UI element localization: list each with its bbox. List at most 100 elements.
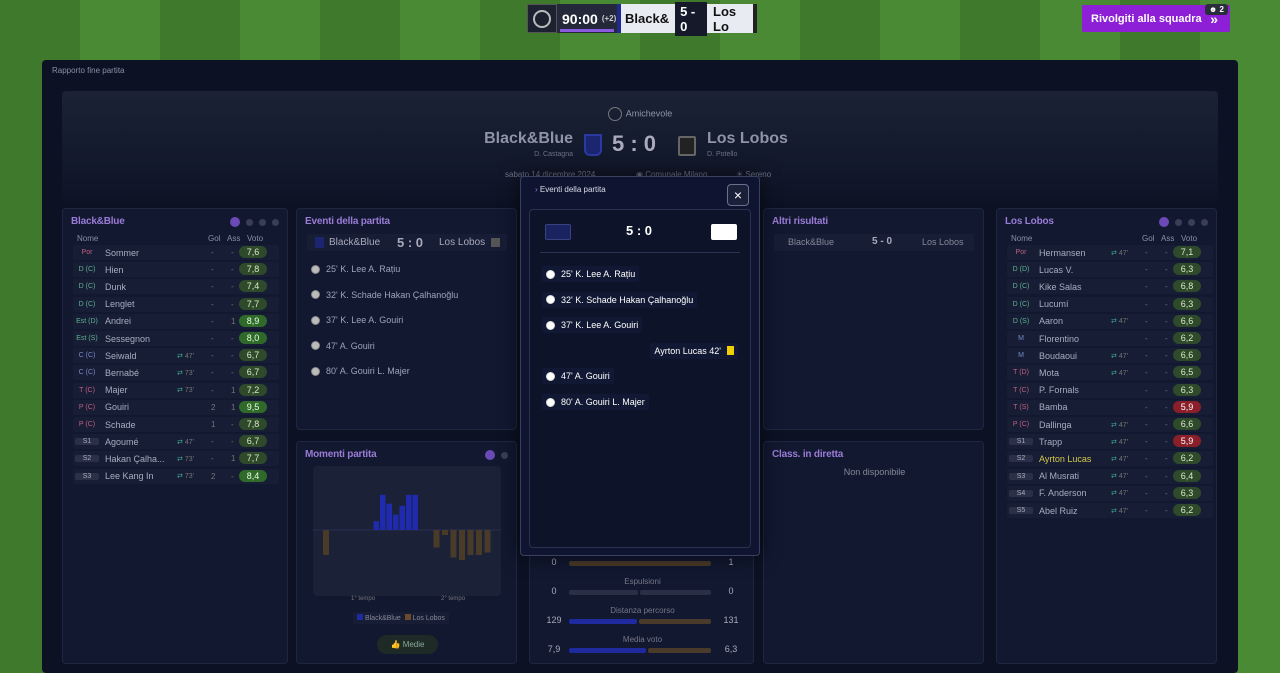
- player-row[interactable]: Por Hermansen ⇄ 47' - -7,1: [1007, 245, 1213, 260]
- ball-icon: [546, 295, 555, 305]
- away-team-name[interactable]: Los Lobos: [707, 130, 788, 148]
- player-row[interactable]: T (D) Mota ⇄ 47' - -6,5: [1007, 365, 1213, 381]
- player-name[interactable]: Boudaoui: [1039, 351, 1077, 361]
- player-row[interactable]: D (S) Aaron ⇄ 47' - -6,6: [1007, 313, 1213, 329]
- player-row[interactable]: S4 F. Anderson ⇄ 47' - -6,3: [1007, 485, 1213, 501]
- player-assists: -: [231, 368, 234, 378]
- player-row[interactable]: P (C) Gouiri 2 1 9,5: [73, 399, 279, 415]
- modal-score: 5 : 0: [626, 223, 653, 238]
- player-assists: -: [231, 351, 234, 361]
- player-name[interactable]: Dallinga: [1039, 420, 1072, 430]
- player-name[interactable]: Lenglet: [105, 299, 135, 309]
- sub-minute: 47': [1118, 455, 1128, 463]
- player-position: M: [1018, 335, 1024, 342]
- player-row[interactable]: S2 Hakan Çalha... ⇄ 73' - 1 7,7: [73, 451, 279, 467]
- player-name[interactable]: Schade: [105, 420, 136, 430]
- player-row[interactable]: D (C) Lenglet - -7,7: [73, 296, 279, 312]
- modal-event-text: Ayrton Lucas 42': [654, 345, 721, 356]
- player-name[interactable]: Gouiri: [105, 402, 129, 412]
- close-button[interactable]: ×: [727, 184, 749, 206]
- substitution-icon: ⇄: [1111, 318, 1117, 326]
- player-row[interactable]: S3 Lee Kang In ⇄ 73' 2 -8,4: [73, 468, 279, 484]
- momentum-dots[interactable]: [485, 450, 508, 460]
- scorebug-teams: Black& 5 - 0 Los Lo: [617, 1, 757, 36]
- player-rating: 8,4: [239, 469, 267, 482]
- player-name[interactable]: Florentino: [1039, 334, 1079, 344]
- player-goals: 2: [211, 402, 216, 412]
- player-name[interactable]: Lucumí: [1039, 299, 1069, 309]
- home-panel-title: Black&Blue: [71, 216, 125, 227]
- player-name[interactable]: Bamba: [1039, 402, 1068, 412]
- away-panel-dots[interactable]: [1159, 217, 1208, 227]
- player-row[interactable]: S1 Trapp ⇄ 47' - -5,9: [1007, 434, 1213, 450]
- player-name[interactable]: Majer: [105, 385, 128, 395]
- notification-badge: ☻ 2: [1204, 4, 1228, 15]
- player-row[interactable]: S2 Ayrton Lucas ⇄ 47' - -6,2: [1007, 451, 1213, 467]
- player-row[interactable]: C (C) Seiwald ⇄ 47' - -6,7: [73, 348, 279, 364]
- player-position: C (C): [78, 352, 96, 360]
- player-name[interactable]: Lucas V.: [1039, 265, 1073, 275]
- player-name[interactable]: Lee Kang In: [105, 471, 154, 481]
- player-name[interactable]: Hakan Çalha...: [105, 454, 165, 464]
- player-name[interactable]: Al Musrati: [1039, 471, 1079, 481]
- player-assists: -: [231, 420, 234, 429]
- player-row[interactable]: D (D) Lucas V. - -6,3: [1007, 262, 1213, 278]
- other-result-row[interactable]: Black&Blue 5 - 0 Los Lobos: [774, 234, 974, 251]
- home-team-name[interactable]: Black&Blue: [440, 130, 573, 148]
- player-name[interactable]: Hermansen: [1039, 248, 1086, 258]
- player-rating: 6,4: [1173, 469, 1201, 482]
- player-name[interactable]: Aaron: [1039, 316, 1063, 326]
- player-name[interactable]: Dunk: [105, 282, 126, 292]
- player-row[interactable]: T (C) Majer ⇄ 73' - 1 7,2: [73, 382, 279, 398]
- stat-home-value: 7,9: [547, 644, 561, 654]
- modal-event: 37' K. Lee A. Gouiri: [542, 317, 643, 334]
- player-name[interactable]: P. Fornals: [1039, 385, 1079, 395]
- player-row[interactable]: S1 Agoumé ⇄ 47' - -6,7: [73, 434, 279, 450]
- sub-time: ⇄ 47': [1111, 369, 1128, 377]
- back-to-team-button[interactable]: Rivolgiti alla squadra » ☻ 2: [1082, 4, 1230, 32]
- player-name[interactable]: Seiwald: [105, 351, 137, 361]
- averages-button[interactable]: 👍 Medie: [377, 635, 438, 654]
- player-row[interactable]: T (C) P. Fornals - -6,3: [1007, 382, 1213, 398]
- player-name[interactable]: Kike Salas: [1039, 282, 1082, 292]
- player-name[interactable]: Bernabé: [105, 368, 139, 378]
- player-row[interactable]: D (C) Dunk - -7,4: [73, 279, 279, 295]
- substitution-icon: ⇄: [1111, 473, 1117, 481]
- player-row[interactable]: P (C) Schade 1 -7,8: [73, 417, 279, 432]
- player-row[interactable]: P (C) Dallinga ⇄ 47' - -6,6: [1007, 417, 1213, 432]
- ball-icon: [311, 315, 320, 325]
- player-row[interactable]: Est (S) Sessegnon - -8,0: [73, 331, 279, 346]
- player-assists: -: [1165, 506, 1168, 515]
- sub-time: ⇄ 73': [177, 386, 194, 394]
- panel-page-dots[interactable]: [230, 217, 279, 227]
- player-row[interactable]: Por Sommer - -7,6: [73, 245, 279, 260]
- player-row[interactable]: D (C) Lucumí - -6,3: [1007, 296, 1213, 312]
- player-row[interactable]: S3 Al Musrati ⇄ 47' - -6,4: [1007, 468, 1213, 484]
- player-name[interactable]: Hien: [105, 265, 124, 275]
- player-row[interactable]: D (C) Kike Salas - -6,8: [1007, 279, 1213, 295]
- player-name[interactable]: Abel Ruiz: [1039, 506, 1078, 516]
- player-row[interactable]: M Boudaoui ⇄ 47' - -6,6: [1007, 348, 1213, 364]
- player-row[interactable]: S5 Abel Ruiz ⇄ 47' - -6,2: [1007, 503, 1213, 518]
- player-goals: -: [1145, 506, 1148, 515]
- momentum-home-bar: [406, 494, 412, 530]
- player-row[interactable]: C (C) Bernabé ⇄ 73' - -6,7: [73, 365, 279, 381]
- player-name[interactable]: Agoumé: [105, 437, 139, 447]
- momentum-away-bar: [433, 530, 440, 548]
- player-name[interactable]: Trapp: [1039, 437, 1062, 447]
- player-name[interactable]: Sommer: [105, 248, 139, 258]
- substitution-icon: ⇄: [177, 455, 183, 463]
- player-row[interactable]: T (S) Bamba - -5,9: [1007, 399, 1213, 415]
- player-name[interactable]: F. Anderson: [1039, 488, 1087, 498]
- player-row[interactable]: M Florentino - -6,2: [1007, 331, 1213, 346]
- player-name[interactable]: Mota: [1039, 368, 1059, 378]
- player-name[interactable]: Ayrton Lucas: [1039, 454, 1091, 464]
- player-goals: -: [1145, 368, 1148, 378]
- player-row[interactable]: D (C) Hien - -7,8: [73, 262, 279, 278]
- substitution-icon: ⇄: [177, 369, 183, 377]
- player-row[interactable]: Est (D) Andrei - 1 8,9: [73, 313, 279, 329]
- player-name[interactable]: Sessegnon: [105, 334, 150, 344]
- away-crest-icon: [678, 136, 696, 156]
- player-name[interactable]: Andrei: [105, 316, 131, 326]
- event-text: 47' A. Gouiri: [326, 340, 375, 351]
